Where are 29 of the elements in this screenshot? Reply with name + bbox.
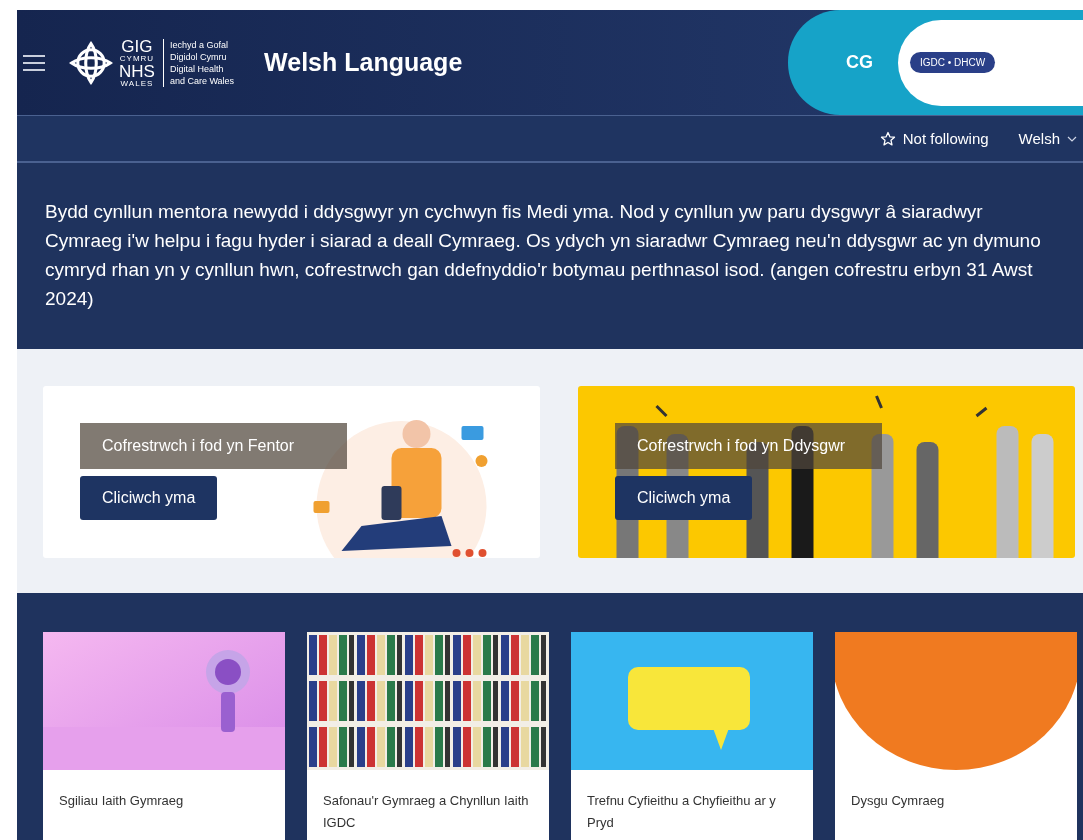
logo-text: Iechyd a Gofal xyxy=(169,38,229,51)
tile-title: Sgiliau Iaith Gymraeg xyxy=(59,793,184,808)
star-icon xyxy=(879,130,896,147)
logo-text: Digidol Cymru xyxy=(169,50,228,63)
logo-text: Digital Health xyxy=(169,62,225,75)
logo-text: CYMRU xyxy=(119,54,155,63)
language-dropdown[interactable]: Welsh xyxy=(1018,130,1077,147)
tile-title: Safonau'r Gymraeg a Chynllun Iaith IGDC xyxy=(323,793,529,830)
promo-caption: Cofrestrwch i fod yn Ddysgwr xyxy=(615,423,882,469)
click-here-button[interactable]: Cliciwch yma xyxy=(80,476,218,520)
chevron-down-icon xyxy=(1067,135,1077,142)
promo-caption: Cofrestrwch i fod yn Fentor xyxy=(80,423,347,469)
announcement-text: Bydd cynllun mentora newydd i ddysgwyr yn cychwyn fis Medi yma. Nod y cynllun yw paru dysgwyr â siaradwyr Cymraeg i'w helpu i fagu hyder i siarad a deall Cymraeg. Os ydych yn siaradwr Cymraeg neu'n ddysgwr ac yn dymuno cymryd rhan yn y cynllun hwn, cofrestrwch gan ddefnyddio'r botymau perthnasol isod. (angen cofrestru erbyn 31 Awst 2024) xyxy=(45,200,1042,311)
tile-card[interactable]: Sgiliau Iaith Gymraeg xyxy=(43,632,285,840)
tile-card[interactable]: Safonau'r Gymraeg a Chynllun Iaith IGDC xyxy=(307,632,549,840)
tile-title: Trefnu Cyfieithu a Chyfieithu ar y Pryd xyxy=(587,793,776,830)
site-title: Welsh Language xyxy=(264,48,463,77)
click-here-button[interactable]: Cliciwch yma xyxy=(615,476,753,520)
logo-text: and Care Wales xyxy=(169,74,235,87)
logo-text: GIG xyxy=(121,37,153,55)
tile-card[interactable]: Trefnu Cyfieithu a Chyfieithu ar y Pryd xyxy=(571,632,813,840)
menu-icon[interactable] xyxy=(23,54,45,71)
tile-card[interactable]: Dysgu Cymraeg xyxy=(835,632,1077,840)
logo-text: NHS xyxy=(119,62,155,80)
logo-text: WALES xyxy=(120,79,154,88)
knot-logo-icon xyxy=(69,40,113,85)
follow-button[interactable]: Not following xyxy=(879,130,989,147)
tile-title: Dysgu Cymraeg xyxy=(851,793,945,808)
org-badge: IGDC • DHCW xyxy=(910,52,996,73)
